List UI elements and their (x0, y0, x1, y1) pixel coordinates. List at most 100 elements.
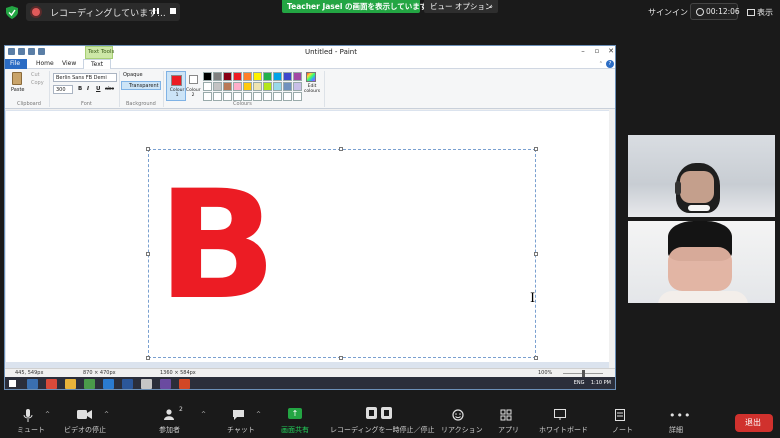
word-icon[interactable] (122, 379, 133, 389)
font-size-select[interactable]: 300 (53, 85, 73, 94)
minimize-icon[interactable]: – (579, 47, 587, 55)
palette-swatch[interactable] (283, 82, 292, 91)
shield-icon[interactable] (6, 6, 18, 19)
more-button[interactable]: ••• 詳細 (664, 402, 690, 438)
transparent-option[interactable]: Transparent (121, 81, 161, 90)
font-family-select[interactable]: Berlin Sans FB Demi (53, 73, 117, 82)
palette-swatch[interactable] (263, 82, 272, 91)
zoom-slider[interactable] (563, 370, 603, 377)
file-explorer-icon[interactable] (27, 379, 38, 389)
italic-button[interactable]: I (87, 86, 89, 92)
paste-icon[interactable] (12, 72, 22, 85)
chat-options-chevron-icon[interactable]: ^ (256, 411, 261, 418)
participant-video-2[interactable] (628, 221, 775, 303)
tab-text[interactable]: Text (83, 59, 111, 69)
palette-swatch[interactable] (253, 72, 262, 81)
help-icon[interactable]: ? (606, 60, 614, 68)
view-options-button[interactable]: ビュー オプション ⌄ (424, 0, 498, 13)
palette-swatch[interactable] (203, 72, 212, 81)
maximize-icon[interactable]: ▫ (593, 47, 601, 55)
palette-swatch[interactable] (273, 72, 282, 81)
tab-home[interactable]: Home (36, 60, 54, 67)
language-indicator[interactable]: ENG (574, 380, 585, 386)
folder-icon[interactable] (65, 379, 76, 389)
resize-handle[interactable] (146, 147, 150, 151)
redo-icon[interactable] (38, 48, 45, 55)
cut-button[interactable]: Cut (31, 72, 40, 78)
stop-recording-icon[interactable] (170, 8, 176, 14)
powerpoint-icon[interactable] (179, 379, 190, 389)
close-icon[interactable]: ✕ (607, 47, 615, 55)
resize-handle[interactable] (146, 356, 150, 360)
palette-swatch[interactable] (233, 92, 242, 101)
palette-swatch[interactable] (283, 92, 292, 101)
opaque-option[interactable]: Opaque (123, 72, 143, 78)
paste-button-label[interactable]: Paste (11, 87, 25, 93)
palette-swatch[interactable] (213, 82, 222, 91)
palette-swatch[interactable] (273, 92, 282, 101)
canvas-text[interactable]: B (157, 171, 277, 321)
audio-options-chevron-icon[interactable]: ^ (45, 411, 50, 418)
colour2-swatch[interactable] (189, 75, 198, 84)
resize-handle[interactable] (534, 356, 538, 360)
app-icon[interactable] (160, 379, 171, 389)
save-icon[interactable] (18, 48, 25, 55)
browser-icon[interactable] (46, 379, 57, 389)
chat-button[interactable]: チャット (224, 402, 255, 438)
copy-button[interactable]: Copy (31, 80, 44, 86)
mute-button[interactable]: ミュート (14, 402, 45, 438)
resize-handle[interactable] (534, 252, 538, 256)
signin-button[interactable]: サインイン (648, 7, 688, 18)
zoom-app-icon[interactable] (103, 379, 114, 389)
video-options-chevron-icon[interactable]: ^ (104, 411, 109, 418)
taskbar-clock[interactable]: 1:10 PM (591, 380, 611, 386)
resize-handle[interactable] (339, 356, 343, 360)
pause-recording-icon[interactable] (153, 8, 159, 14)
leave-meeting-button[interactable]: 退出 (735, 414, 773, 432)
underline-button[interactable]: U (96, 86, 100, 92)
palette-swatch[interactable] (293, 82, 302, 91)
palette-swatch[interactable] (233, 72, 242, 81)
pause-recording-icon[interactable] (366, 407, 377, 419)
display-button[interactable]: 表示 (757, 7, 773, 18)
palette-swatch[interactable] (233, 82, 242, 91)
drawing-canvas[interactable]: B I (6, 111, 609, 362)
share-screen-button[interactable]: ↑ 画面共有 (280, 402, 310, 438)
resize-handle[interactable] (146, 252, 150, 256)
palette-swatch[interactable] (283, 72, 292, 81)
palette-swatch[interactable] (293, 92, 302, 101)
palette-swatch[interactable] (293, 72, 302, 81)
app-icon[interactable] (141, 379, 152, 389)
palette-swatch[interactable] (223, 92, 232, 101)
palette-swatch[interactable] (213, 92, 222, 101)
palette-swatch[interactable] (203, 92, 212, 101)
palette-swatch[interactable] (263, 92, 272, 101)
windows-start-icon[interactable] (9, 380, 16, 387)
apps-button[interactable]: アプリ (494, 402, 519, 438)
tab-file[interactable]: File (5, 59, 27, 69)
reactions-button[interactable]: リアクション (440, 402, 483, 438)
participant-video-1[interactable] (628, 135, 775, 217)
palette-swatch[interactable] (253, 92, 262, 101)
bold-button[interactable]: B (78, 86, 82, 92)
participants-button[interactable]: 2 参加者 (155, 402, 189, 438)
tab-view[interactable]: View (62, 60, 76, 67)
palette-swatch[interactable] (273, 82, 282, 91)
palette-swatch[interactable] (223, 72, 232, 81)
palette-swatch[interactable] (243, 72, 252, 81)
stop-video-button[interactable]: ビデオの停止 (62, 402, 108, 438)
undo-icon[interactable] (28, 48, 35, 55)
palette-swatch[interactable] (243, 92, 252, 101)
edit-colours-button[interactable]: Edit colours (302, 72, 320, 100)
participants-options-chevron-icon[interactable]: ^ (201, 411, 206, 418)
palette-swatch[interactable] (253, 82, 262, 91)
palette-swatch[interactable] (243, 82, 252, 91)
resize-handle[interactable] (534, 147, 538, 151)
strikethrough-button[interactable]: abc (105, 86, 114, 92)
colour2-label[interactable]: Colour 2 (186, 88, 201, 98)
stop-recording-icon[interactable] (381, 407, 392, 419)
palette-swatch[interactable] (203, 82, 212, 91)
zoom-slider-thumb[interactable] (582, 370, 585, 377)
resize-handle[interactable] (339, 147, 343, 151)
vertical-scrollbar[interactable] (609, 110, 615, 368)
